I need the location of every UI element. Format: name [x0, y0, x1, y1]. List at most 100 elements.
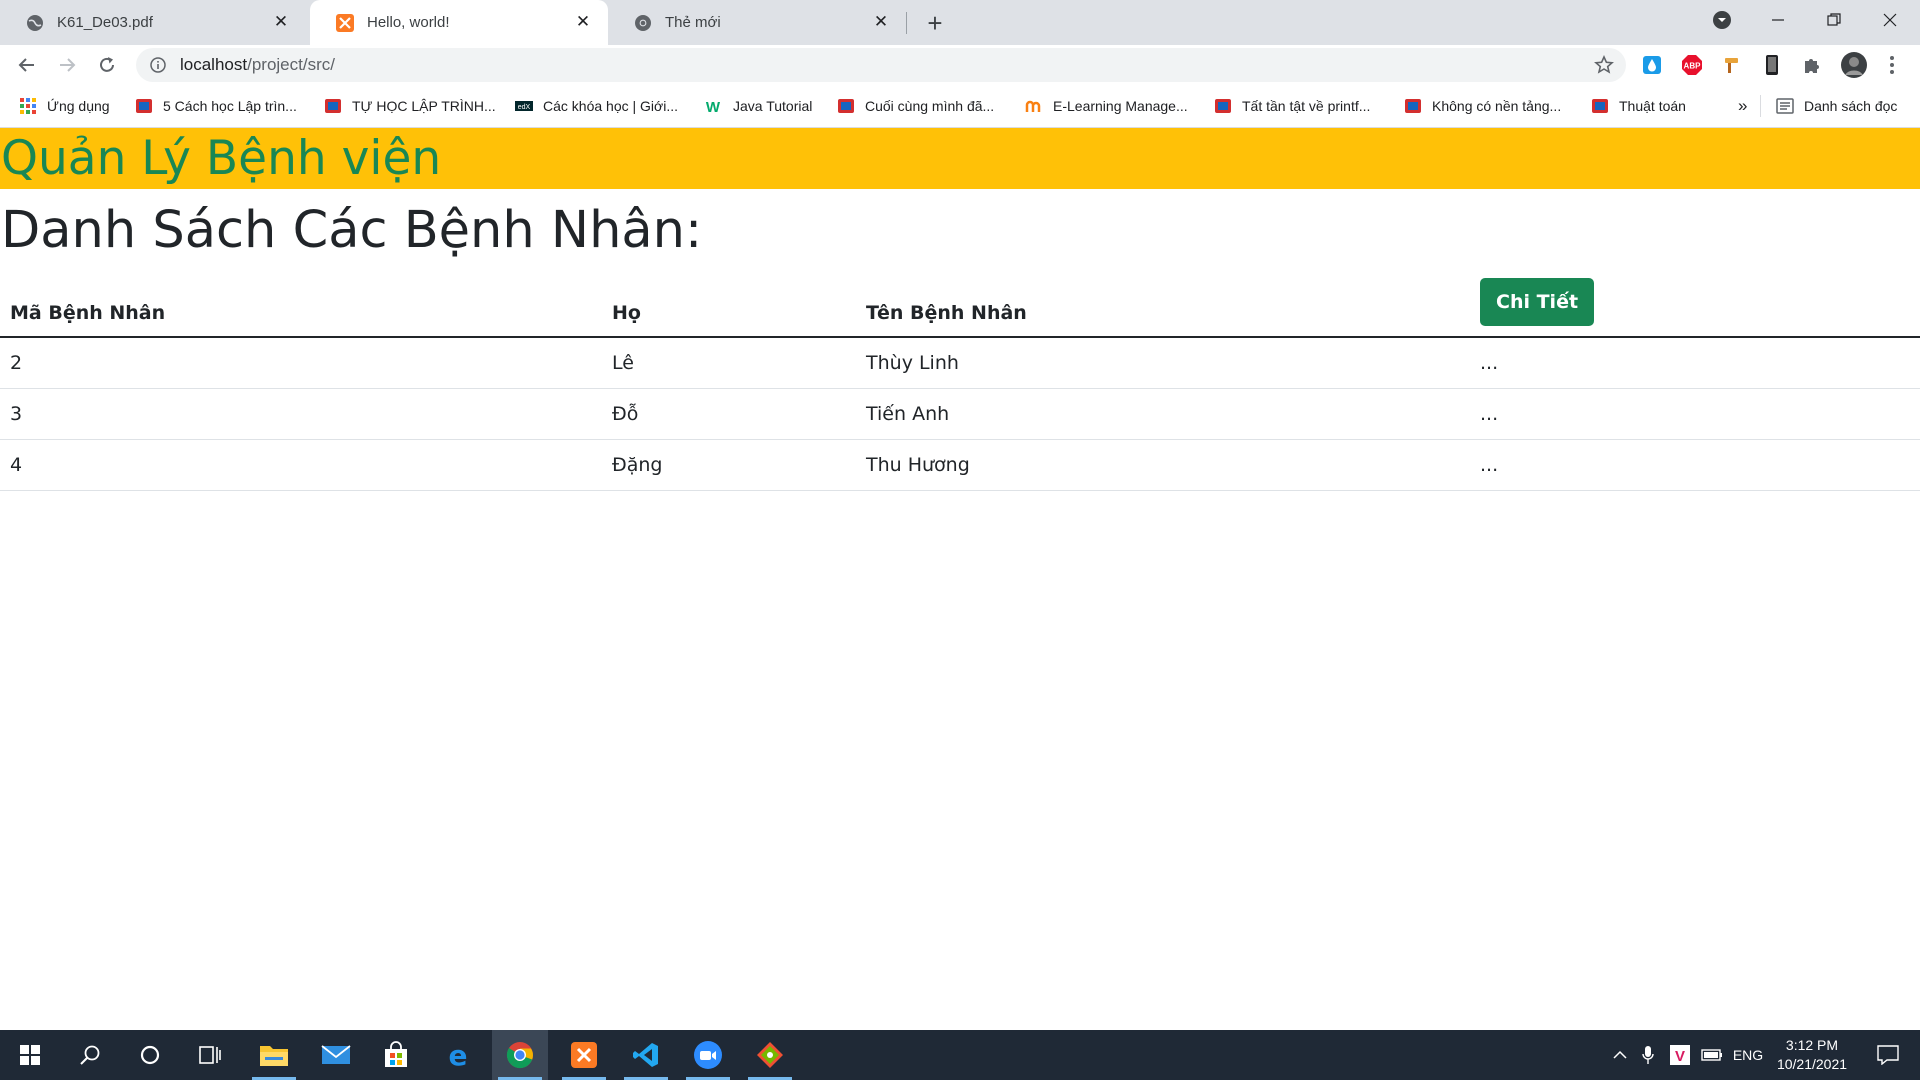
bookmark-site-icon — [1215, 99, 1231, 113]
bookmark-site-icon — [1405, 99, 1421, 113]
close-tab-icon[interactable]: ✕ — [870, 11, 892, 33]
tab-search-icon[interactable] — [1694, 0, 1750, 40]
bookmark-item[interactable]: Tất tần tật về printf... — [1214, 95, 1370, 117]
taskbar-file-explorer[interactable] — [246, 1030, 302, 1080]
apps-grid-icon — [20, 98, 36, 114]
task-view-button[interactable] — [182, 1030, 238, 1080]
zoom-video-icon — [694, 1041, 722, 1069]
notification-icon — [1877, 1045, 1899, 1065]
reading-list-label: Danh sách đọc — [1804, 98, 1898, 114]
bookmark-site-icon — [325, 99, 341, 113]
extension-hammer-icon[interactable] — [1720, 53, 1744, 77]
close-window-icon[interactable] — [1862, 0, 1918, 40]
cell-last-name: Đặng — [602, 439, 856, 491]
tab-pdf[interactable]: K61_De03.pdf ✕ — [0, 0, 306, 45]
bookmark-item[interactable]: Cuối cùng mình đã... — [837, 95, 994, 117]
close-tab-icon[interactable]: ✕ — [572, 11, 594, 33]
bookmark-item[interactable]: edX Các khóa học | Giới... — [515, 95, 678, 117]
bookmark-site-icon — [838, 99, 854, 113]
close-tab-icon[interactable]: ✕ — [270, 11, 292, 33]
browser-tab-strip: K61_De03.pdf ✕ Hello, world! ✕ Thẻ mới ✕… — [0, 0, 1920, 45]
taskbar-git[interactable] — [742, 1030, 798, 1080]
extensions-puzzle-icon[interactable] — [1800, 53, 1824, 77]
bookmark-label: Cuối cùng mình đã... — [865, 98, 995, 114]
microphone-tray-icon[interactable] — [1636, 1030, 1660, 1080]
svg-text:W: W — [706, 99, 721, 115]
svg-text:e: e — [449, 1041, 468, 1069]
cell-last-name: Lê — [602, 337, 856, 389]
bookmark-label: Các khóa học | Giới... — [543, 98, 678, 114]
reload-button[interactable] — [91, 49, 123, 81]
site-title: Quản Lý Bệnh viện — [1, 131, 442, 186]
bookmarks-divider — [1760, 95, 1761, 117]
cortana-button[interactable] — [122, 1030, 178, 1080]
edge-icon: e — [449, 1041, 468, 1069]
cell-last-name: Đỗ — [602, 388, 856, 440]
taskbar-zoom[interactable] — [680, 1030, 736, 1080]
edx-icon: edX — [515, 101, 533, 111]
profile-avatar[interactable] — [1840, 51, 1868, 79]
bookmark-item[interactable]: Không có nền tảng... — [1404, 95, 1561, 117]
back-arrow-icon — [18, 58, 34, 72]
xampp-icon — [571, 1042, 597, 1068]
battery-tray-icon[interactable] — [1698, 1030, 1726, 1080]
vscode-icon — [633, 1043, 658, 1067]
svg-text:ABP: ABP — [1684, 62, 1702, 71]
url-text: localhost/project/src/ — [180, 55, 335, 75]
taskbar-vscode[interactable] — [618, 1030, 674, 1080]
bookmark-item[interactable]: W Java Tutorial — [705, 95, 812, 117]
cell-id: 3 — [0, 388, 602, 440]
bookmark-item[interactable]: E-Learning Manage... — [1025, 95, 1188, 117]
search-button[interactable] — [62, 1030, 118, 1080]
tab-hello-world[interactable]: Hello, world! ✕ — [310, 0, 608, 45]
bookmark-item[interactable]: Thuật toán — [1591, 95, 1686, 117]
git-diamond-icon — [757, 1042, 783, 1068]
bookmark-site-icon — [1592, 99, 1608, 113]
column-header-id: Mã Bệnh Nhân — [0, 276, 602, 338]
tab-new[interactable]: Thẻ mới ✕ — [608, 0, 906, 45]
bookmark-star-icon[interactable] — [1594, 55, 1614, 75]
tab-separator — [906, 12, 907, 34]
bookmark-label: E-Learning Manage... — [1053, 98, 1188, 114]
bookmark-item[interactable]: TỰ HỌC LẬP TRÌNH... — [324, 95, 496, 117]
cortana-icon — [140, 1045, 160, 1065]
taskbar-store[interactable] — [368, 1030, 424, 1080]
start-button[interactable] — [2, 1030, 58, 1080]
detail-button[interactable]: Chi Tiết — [1480, 278, 1595, 326]
bookmark-label: Tất tần tật về printf... — [1242, 98, 1371, 114]
minimize-icon[interactable] — [1750, 0, 1806, 40]
extension-phone-icon[interactable] — [1760, 53, 1784, 77]
column-header-last-name: Họ — [602, 276, 856, 338]
cell-detail: ... — [1470, 388, 1920, 440]
adblock-icon[interactable]: ABP — [1680, 53, 1704, 77]
forward-button[interactable] — [51, 49, 83, 81]
new-tab-button[interactable]: + — [920, 8, 950, 38]
reading-list-button[interactable]: Danh sách đọc — [1776, 95, 1897, 117]
taskbar-edge[interactable]: e — [430, 1030, 486, 1080]
restore-icon[interactable] — [1806, 0, 1862, 40]
svg-text:edX: edX — [518, 104, 531, 111]
bookmarks-overflow-button[interactable]: » — [1738, 95, 1747, 117]
extension-drop-icon[interactable] — [1640, 53, 1664, 77]
bookmark-label: Không có nền tảng... — [1432, 98, 1562, 114]
table-row: 2 Lê Thùy Linh ... — [0, 337, 1920, 389]
cell-detail: ... — [1470, 337, 1920, 389]
taskbar-xampp[interactable] — [556, 1030, 612, 1080]
taskbar-mail[interactable] — [308, 1030, 364, 1080]
site-info-icon[interactable] — [150, 57, 166, 73]
address-bar[interactable]: localhost/project/src/ — [136, 48, 1626, 82]
vietkey-tray-icon[interactable]: V — [1666, 1030, 1694, 1080]
taskbar-chrome[interactable] — [492, 1030, 548, 1080]
show-hidden-icons-button[interactable] — [1608, 1030, 1632, 1080]
back-button[interactable] — [11, 49, 43, 81]
windows-logo-icon — [20, 1045, 40, 1065]
bookmark-apps[interactable]: Ứng dụng — [19, 95, 110, 117]
tab-title: K61_De03.pdf — [57, 14, 153, 31]
system-clock[interactable]: 3:12 PM 10/21/2021 — [1762, 1036, 1862, 1074]
bookmark-item[interactable]: 5 Cách học Lập trìn... — [135, 95, 297, 117]
table-header-row: Mã Bệnh Nhân Họ Tên Bệnh Nhân Chi Tiết — [0, 276, 1920, 338]
task-view-icon — [199, 1046, 221, 1064]
moodle-icon — [1025, 100, 1041, 112]
action-center-button[interactable] — [1864, 1030, 1912, 1080]
chrome-menu-icon[interactable] — [1880, 53, 1904, 77]
